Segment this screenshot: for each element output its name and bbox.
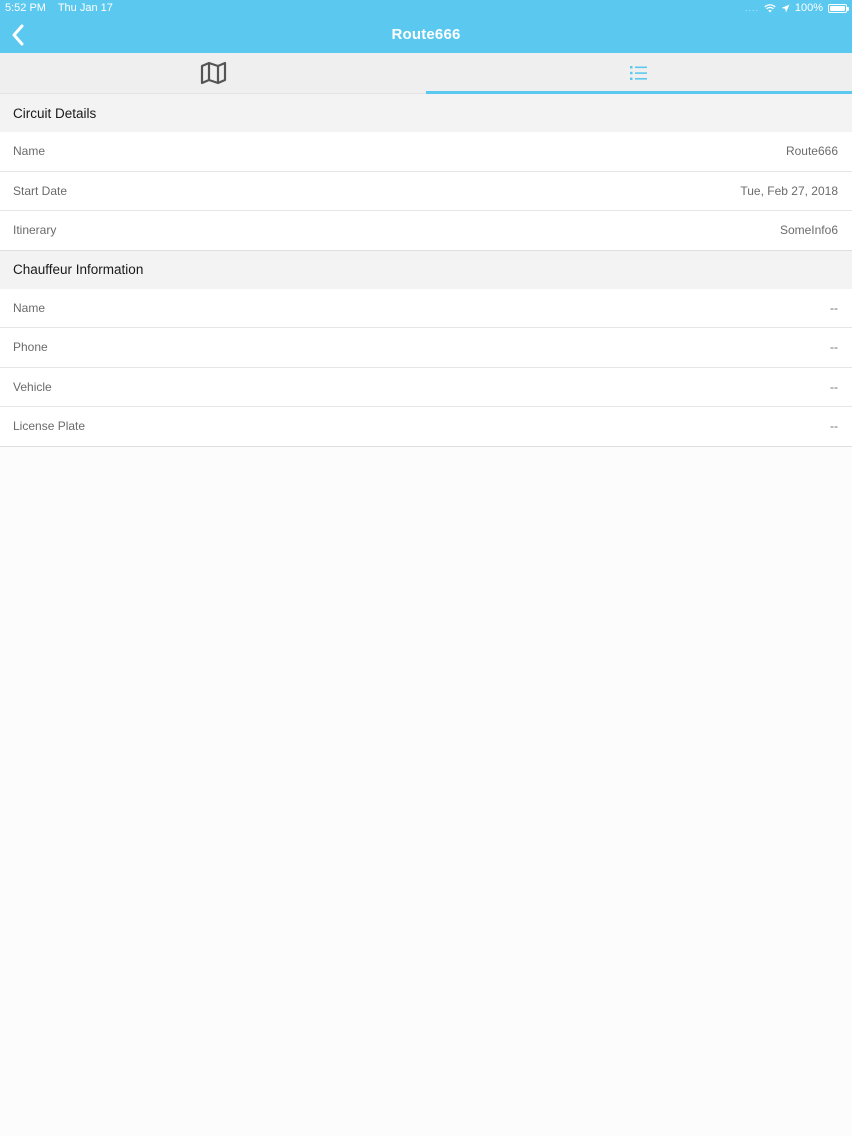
signal-icon: .... <box>744 3 759 13</box>
table-row: Phone -- <box>0 328 852 368</box>
chevron-left-icon <box>12 24 24 46</box>
battery-level <box>830 5 845 11</box>
status-date: Thu Jan 17 <box>57 2 113 14</box>
row-label: Vehicle <box>13 379 52 394</box>
row-value: Route666 <box>785 144 838 159</box>
circuit-details-list: Name Route666 Start Date Tue, Feb 27, 20… <box>0 132 852 251</box>
map-icon <box>200 61 226 85</box>
row-value: -- <box>830 300 838 315</box>
status-bar: 5:52 PM Thu Jan 17 .... 100% <box>0 0 852 16</box>
tab-map[interactable] <box>0 53 426 93</box>
status-right: .... 100% <box>744 2 849 14</box>
table-row: Vehicle -- <box>0 367 852 407</box>
table-row: Name Route666 <box>0 132 852 172</box>
chauffeur-info-list: Name -- Phone -- Vehicle -- License Plat… <box>0 288 852 447</box>
section-header-circuit: Circuit Details <box>0 94 852 132</box>
list-icon <box>630 66 647 80</box>
row-label: Name <box>13 144 46 159</box>
status-time: 5:52 PM <box>5 2 46 14</box>
row-value: Tue, Feb 27, 2018 <box>740 183 838 198</box>
row-label: Itinerary <box>13 223 57 238</box>
battery-percent: 100% <box>794 2 823 14</box>
row-value: -- <box>830 379 838 394</box>
row-value: SomeInfo6 <box>779 223 838 238</box>
row-label: Start Date <box>13 183 68 198</box>
table-row: Start Date Tue, Feb 27, 2018 <box>0 171 852 211</box>
navigation-bar: Route666 <box>0 16 852 53</box>
section-header-chauffeur: Chauffeur Information <box>0 250 852 289</box>
battery-icon <box>828 3 849 13</box>
tab-list[interactable] <box>426 53 852 94</box>
row-label: License Plate <box>13 419 86 434</box>
row-label: Name <box>13 300 46 315</box>
location-arrow-icon <box>781 4 790 12</box>
page-title: Route666 <box>391 26 461 43</box>
table-row: Name -- <box>0 288 852 328</box>
status-left: 5:52 PM Thu Jan 17 <box>5 2 122 14</box>
back-button[interactable] <box>4 20 32 50</box>
table-row: Itinerary SomeInfo6 <box>0 211 852 251</box>
details-content: Circuit Details Name Route666 Start Date… <box>0 94 852 447</box>
row-value: -- <box>830 419 838 434</box>
tab-bar <box>0 53 852 94</box>
table-row: License Plate -- <box>0 407 852 447</box>
row-value: -- <box>830 340 838 355</box>
row-label: Phone <box>13 340 48 355</box>
wifi-icon <box>764 3 776 12</box>
